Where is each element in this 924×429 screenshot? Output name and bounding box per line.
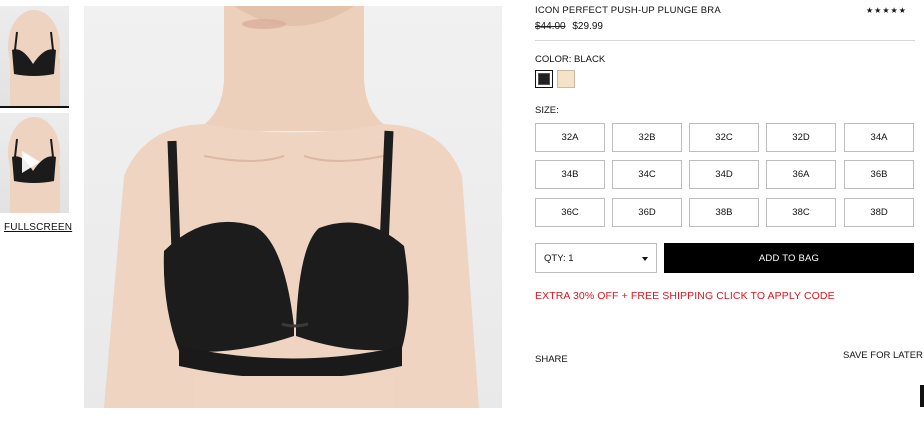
size-option-36b[interactable]: 36B (844, 160, 914, 189)
size-option-36d[interactable]: 36D (612, 198, 682, 227)
save-for-later-link[interactable]: SAVE FOR LATER (843, 350, 923, 361)
main-product-image[interactable] (84, 6, 502, 408)
product-title: ICON PERFECT PUSH-UP PLUNGE BRA (535, 5, 721, 16)
gallery-thumbnail-video[interactable] (0, 113, 69, 213)
product-photo-icon (104, 6, 479, 408)
size-option-38d[interactable]: 38D (844, 198, 914, 227)
divider (535, 40, 915, 41)
play-icon[interactable] (22, 151, 40, 173)
size-option-34b[interactable]: 34B (535, 160, 605, 189)
size-option-32a[interactable]: 32A (535, 123, 605, 152)
quantity-value: QTY: 1 (544, 252, 574, 264)
quantity-select[interactable]: QTY: 1 (535, 243, 657, 273)
size-option-38c[interactable]: 38C (766, 198, 836, 227)
size-option-36c[interactable]: 36C (535, 198, 605, 227)
size-option-32d[interactable]: 32D (766, 123, 836, 152)
caret-down-icon (642, 257, 648, 261)
promo-code-link[interactable]: EXTRA 30% OFF + FREE SHIPPING CLICK TO A… (535, 290, 835, 302)
gallery-thumbnail-1[interactable] (0, 6, 69, 108)
size-option-34a[interactable]: 34A (844, 123, 914, 152)
color-swatch-nude[interactable] (557, 70, 575, 88)
rating-stars-icon[interactable]: ★★★★★ (866, 6, 907, 15)
size-label: SIZE: (535, 105, 559, 116)
size-option-36a[interactable]: 36A (766, 160, 836, 189)
size-option-32c[interactable]: 32C (689, 123, 759, 152)
color-swatch-black[interactable] (535, 70, 553, 88)
add-to-bag-button[interactable]: ADD TO BAG (664, 243, 914, 273)
size-option-32b[interactable]: 32B (612, 123, 682, 152)
price-block: $44.00 $29.99 (535, 21, 603, 32)
size-option-34c[interactable]: 34C (612, 160, 682, 189)
share-link[interactable]: SHARE (535, 354, 568, 365)
original-price: $44.00 (535, 21, 566, 32)
size-option-34d[interactable]: 34D (689, 160, 759, 189)
scrollbar-thumb[interactable] (920, 385, 924, 407)
size-option-38b[interactable]: 38B (689, 198, 759, 227)
sale-price: $29.99 (572, 21, 603, 32)
thumbnail-product-image-icon (8, 10, 60, 106)
color-label: COLOR: BLACK (535, 54, 606, 65)
fullscreen-link[interactable]: FULLSCREEN (4, 222, 72, 233)
